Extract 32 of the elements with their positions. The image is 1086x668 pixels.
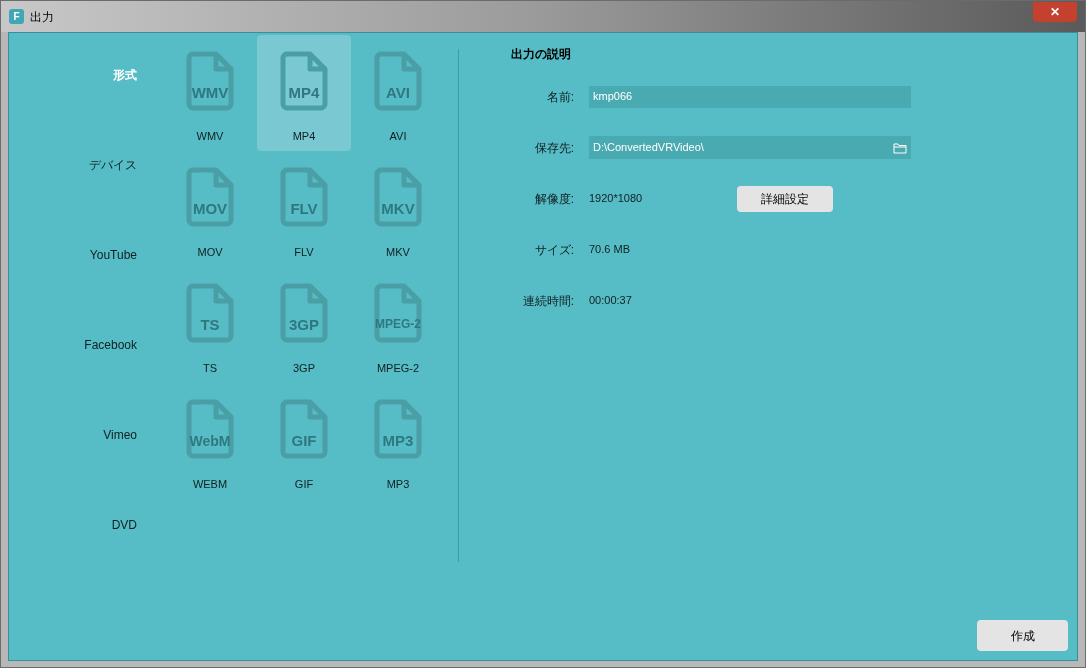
field-label: サイズ: bbox=[533, 241, 574, 259]
category-tab[interactable]: Facebook bbox=[84, 339, 137, 429]
format-tile[interactable]: TS TS bbox=[163, 267, 257, 383]
field-label: 連続時間: bbox=[521, 292, 574, 310]
format-tile[interactable]: WMV WMV bbox=[163, 35, 257, 151]
format-tile[interactable]: FLV FLV bbox=[257, 151, 351, 267]
format-tile[interactable]: WebM WEBM bbox=[163, 383, 257, 499]
category-tab[interactable]: Vimeo bbox=[103, 429, 137, 519]
category-tab[interactable]: YouTube bbox=[89, 249, 137, 339]
category-tab[interactable]: デバイス bbox=[89, 159, 137, 249]
close-button[interactable]: ✕ bbox=[1033, 1, 1077, 22]
format-tile[interactable]: MPEG-2 MPEG-2 bbox=[351, 267, 445, 383]
format-tile[interactable]: AVI AVI bbox=[351, 35, 445, 151]
create-button[interactable]: 作成 bbox=[977, 620, 1068, 651]
field-value: 70.6 MB bbox=[589, 242, 630, 258]
format-tile[interactable]: MP3 MP3 bbox=[351, 383, 445, 499]
resolution-value: 1920*1080 bbox=[589, 191, 643, 207]
section-title: 出力の説明 bbox=[511, 46, 572, 63]
advanced-settings-button[interactable]: 詳細設定 bbox=[737, 185, 833, 212]
format-tile[interactable]: MP4 MP4 bbox=[257, 35, 351, 151]
field-label: 解像度: bbox=[533, 190, 574, 208]
field-label: 保存先: bbox=[533, 139, 574, 157]
field-label: 名前: bbox=[545, 88, 574, 106]
category-tab[interactable]: DVD bbox=[111, 519, 137, 609]
format-tile[interactable]: MKV MKV bbox=[351, 151, 445, 267]
window-title: 出力 bbox=[30, 8, 54, 26]
format-tile[interactable]: MOV MOV bbox=[163, 151, 257, 267]
format-tile[interactable]: GIF GIF bbox=[257, 383, 351, 499]
app-logo-icon: F bbox=[9, 9, 24, 24]
format-tile[interactable]: 3GP 3GP bbox=[257, 267, 351, 383]
field-value: 00:00:37 bbox=[589, 293, 632, 309]
folder-icon[interactable] bbox=[893, 141, 907, 154]
